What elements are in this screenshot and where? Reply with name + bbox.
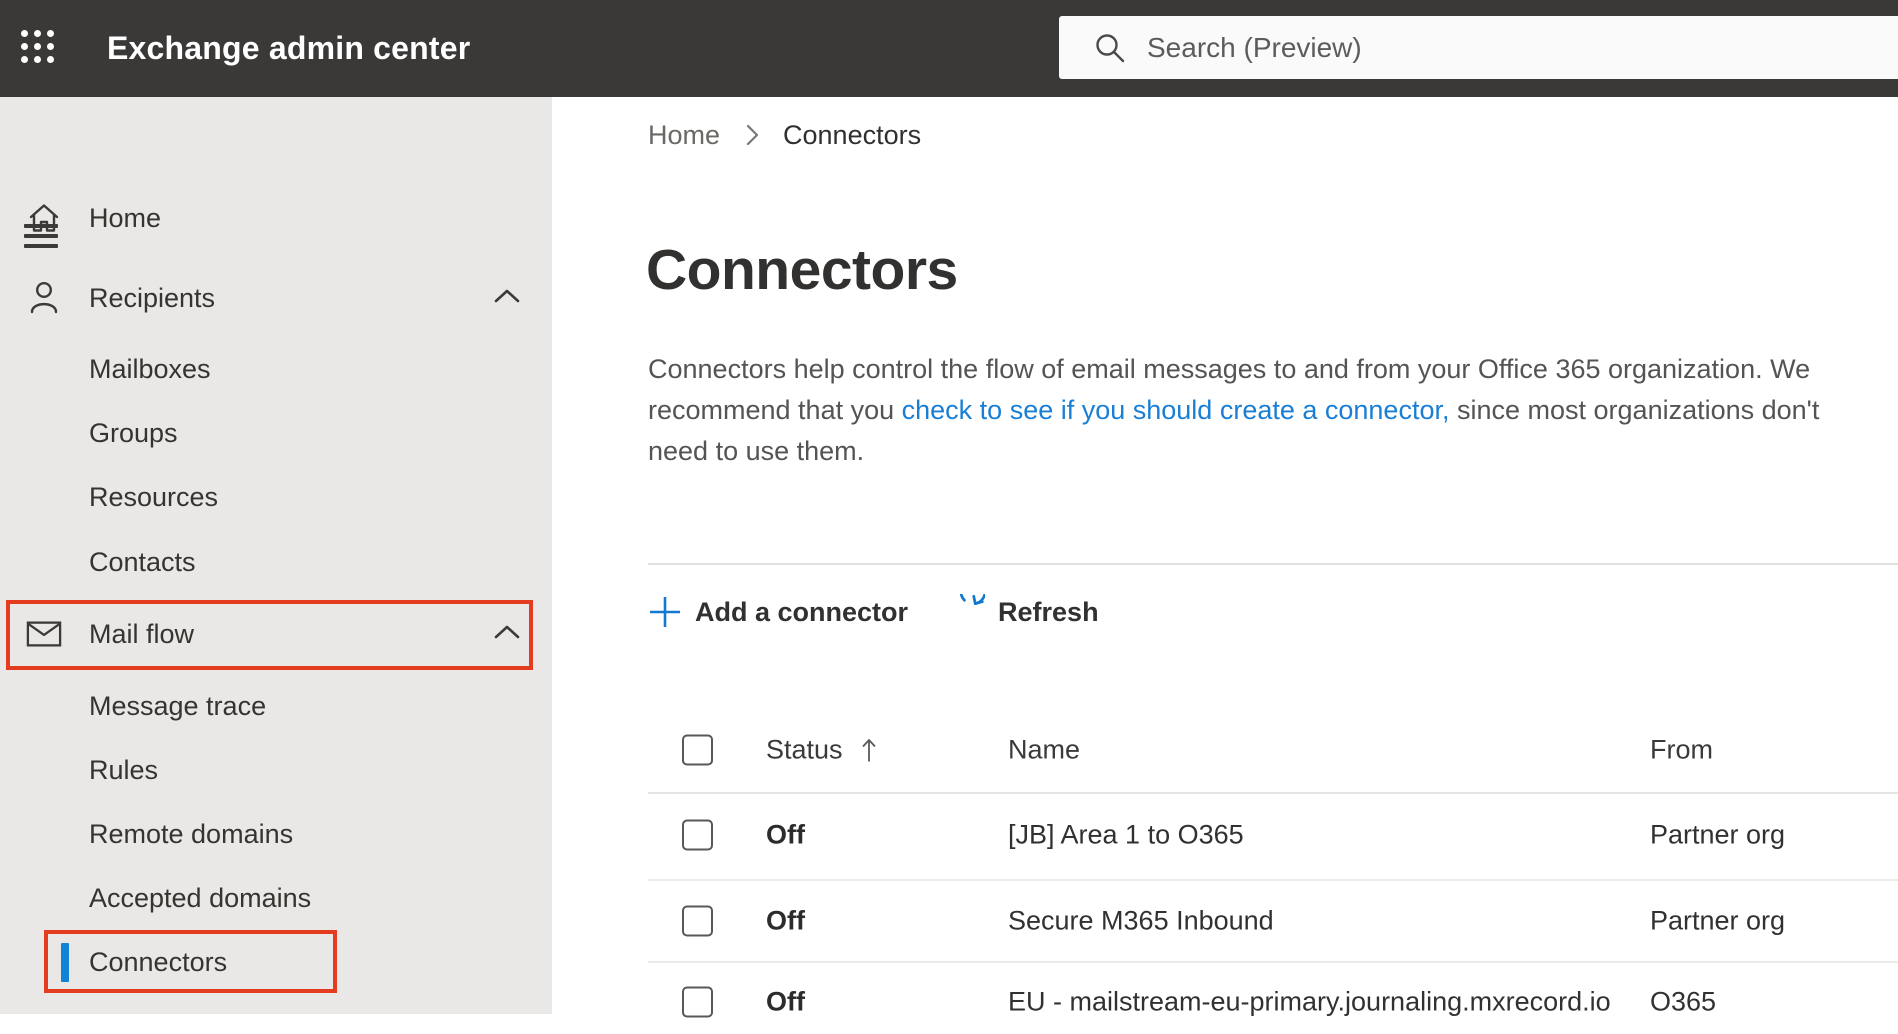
refresh-button[interactable]: Refresh xyxy=(949,594,1099,630)
row-checkbox[interactable] xyxy=(682,905,713,937)
plus-icon xyxy=(650,597,680,627)
breadcrumb-home-link[interactable]: Home xyxy=(648,120,720,151)
sidebar-item-remote-domains[interactable]: Remote domains xyxy=(0,802,552,866)
sidebar-item-groups[interactable]: Groups xyxy=(0,401,552,465)
main-content: Home Connectors Connectors Connectors he… xyxy=(552,97,1898,1018)
person-icon xyxy=(26,281,62,315)
sidebar-item-label: Resources xyxy=(89,481,219,512)
sidebar-item-recipients[interactable]: Recipients xyxy=(0,266,552,330)
from-cell: Partner org xyxy=(1650,819,1786,850)
table-row[interactable]: Off EU - mailstream-eu-primary.journalin… xyxy=(552,970,1898,1034)
refresh-icon xyxy=(959,594,986,606)
sidebar-item-accepted-domains[interactable]: Accepted domains xyxy=(0,866,552,930)
page-description: Connectors help control the flow of emai… xyxy=(648,349,1876,472)
sidebar-item-home[interactable]: Home xyxy=(0,186,552,250)
status-cell: Off xyxy=(766,986,805,1017)
from-cell: Partner org xyxy=(1650,905,1786,936)
search-icon xyxy=(1096,33,1125,62)
mail-icon xyxy=(26,620,62,648)
sidebar-item-label: Mail flow xyxy=(89,618,195,649)
breadcrumb-current: Connectors xyxy=(783,119,922,150)
row-checkbox[interactable] xyxy=(682,986,713,1018)
sidebar-item-mail-flow[interactable]: Mail flow xyxy=(0,602,552,666)
name-cell: EU - mailstream-eu-primary.journaling.mx… xyxy=(1008,986,1611,1017)
sidebar-item-resources[interactable]: Resources xyxy=(0,465,552,529)
search-input[interactable] xyxy=(1147,31,1747,64)
header-divider xyxy=(648,792,1898,794)
page-title: Connectors xyxy=(646,238,958,302)
chevron-up-icon[interactable] xyxy=(494,289,520,308)
sidebar-item-label: Groups xyxy=(89,417,178,448)
select-all-checkbox[interactable] xyxy=(682,734,713,766)
sidebar-item-label: Home xyxy=(89,202,162,233)
row-divider xyxy=(648,961,1898,963)
chevron-up-icon[interactable] xyxy=(494,625,520,644)
column-header-from[interactable]: From xyxy=(1650,735,1713,766)
status-cell: Off xyxy=(766,905,805,936)
top-app-bar: Exchange admin center xyxy=(0,0,1898,97)
sidebar-item-label: Recipients xyxy=(89,282,216,313)
row-checkbox[interactable] xyxy=(682,819,713,851)
app-launcher-waffle-icon[interactable] xyxy=(21,30,57,66)
table-header-row: Status Name From xyxy=(552,718,1898,782)
from-cell: O365 xyxy=(1650,986,1717,1017)
refresh-label: Refresh xyxy=(998,596,1099,627)
add-connector-button[interactable]: Add a connector xyxy=(648,595,908,629)
app-title: Exchange admin center xyxy=(107,30,471,66)
home-icon xyxy=(26,202,62,234)
sidebar-item-connectors[interactable]: Connectors xyxy=(0,930,552,994)
sidebar-item-label: Message trace xyxy=(89,690,267,721)
chevron-right-icon xyxy=(746,123,759,147)
column-header-status[interactable]: Status xyxy=(766,735,877,766)
sidebar-item-mailboxes[interactable]: Mailboxes xyxy=(0,337,552,401)
name-cell: [JB] Area 1 to O365 xyxy=(1008,819,1244,850)
breadcrumb: Home Connectors xyxy=(648,115,921,155)
table-row[interactable]: Off [JB] Area 1 to O365 Partner org xyxy=(552,803,1898,867)
sidebar-item-label: Remote domains xyxy=(89,818,294,849)
sidebar-item-label: Contacts xyxy=(89,546,196,577)
table-row[interactable]: Off Secure M365 Inbound Partner org xyxy=(552,889,1898,953)
add-connector-label: Add a connector xyxy=(695,596,909,627)
left-navigation: Home Recipients Mailboxes Groups Resourc… xyxy=(0,97,552,1014)
sidebar-item-contacts[interactable]: Contacts xyxy=(0,530,552,594)
toolbar-divider xyxy=(648,563,1898,565)
global-search[interactable] xyxy=(1059,16,1898,79)
sidebar-item-rules[interactable]: Rules xyxy=(0,738,552,802)
name-cell: Secure M365 Inbound xyxy=(1008,905,1274,936)
sidebar-item-label: Connectors xyxy=(89,946,228,977)
sidebar-item-label: Mailboxes xyxy=(89,353,211,384)
sidebar-item-label: Rules xyxy=(89,754,159,785)
sidebar-item-label: Accepted domains xyxy=(89,882,312,913)
selected-item-indicator xyxy=(61,943,69,982)
create-connector-check-link[interactable]: check to see if you should create a conn… xyxy=(902,395,1450,425)
row-divider xyxy=(648,879,1898,881)
sidebar-item-message-trace[interactable]: Message trace xyxy=(0,674,552,738)
sort-ascending-icon xyxy=(861,738,876,761)
status-cell: Off xyxy=(766,819,805,850)
column-header-name[interactable]: Name xyxy=(1008,735,1080,766)
command-bar: Add a connector Refresh xyxy=(648,587,1099,637)
